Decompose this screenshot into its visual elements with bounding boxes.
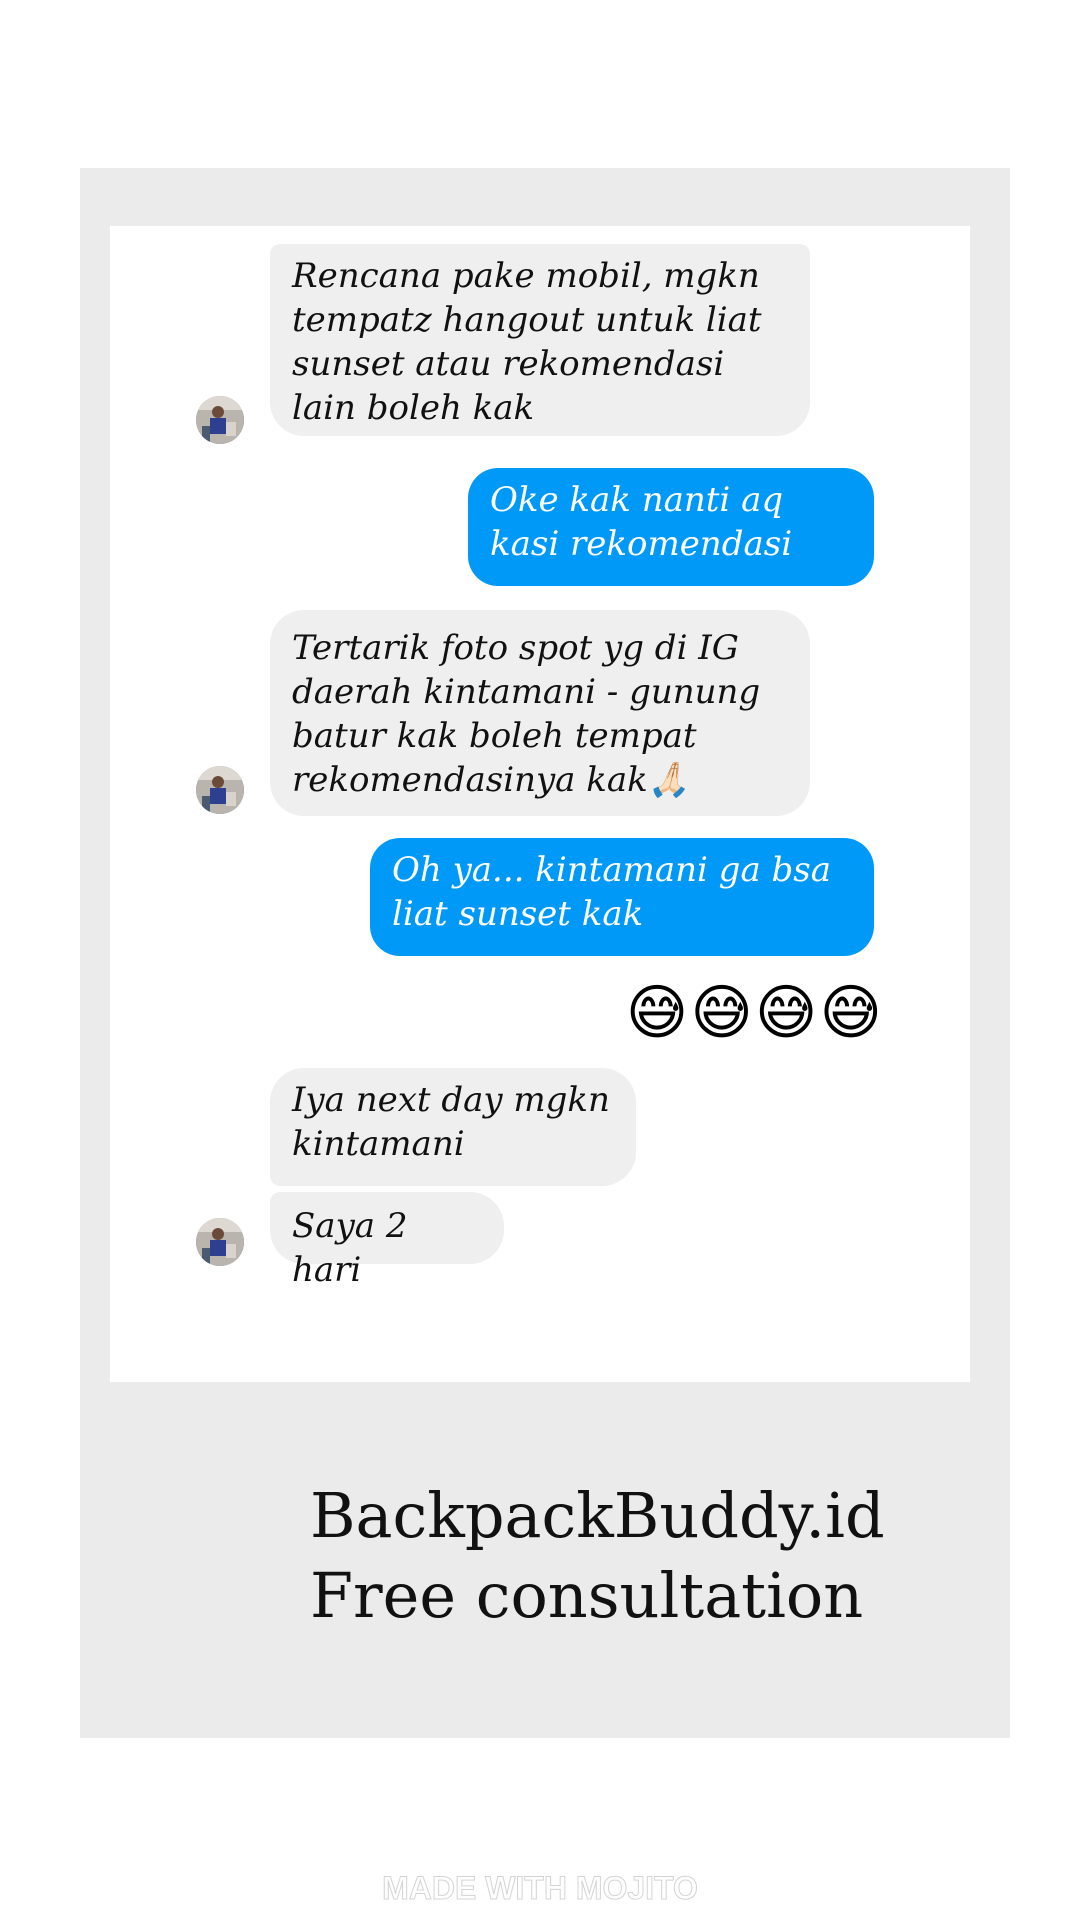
avatar-photo-icon bbox=[196, 766, 244, 814]
incoming-message: Tertarik foto spot yg di IG daerah kinta… bbox=[270, 610, 810, 816]
customer-avatar[interactable] bbox=[196, 766, 244, 814]
incoming-message: Iya next day mgkn kintamani bbox=[270, 1068, 636, 1186]
customer-avatar[interactable] bbox=[196, 1218, 244, 1266]
outgoing-message: Oh ya... kintamani ga bsa liat sunset ka… bbox=[370, 838, 874, 956]
avatar-photo-icon bbox=[196, 396, 244, 444]
outgoing-message: Oke kak nanti aq kasi rekomendasi bbox=[468, 468, 874, 586]
customer-avatar[interactable] bbox=[196, 396, 244, 444]
chat-screenshot: Rencana pake mobil, mgkn tempatz hangout… bbox=[110, 226, 970, 1382]
brand-name: BackpackBuddy.id bbox=[310, 1479, 885, 1552]
incoming-message: Saya 2 hari bbox=[270, 1192, 504, 1290]
avatar-photo-icon bbox=[196, 1218, 244, 1266]
emoji-reaction-row: 😅😅😅😅 bbox=[625, 978, 884, 1048]
brand-caption: BackpackBuddy.id Free consultation bbox=[310, 1476, 885, 1636]
incoming-message: Rencana pake mobil, mgkn tempatz hangout… bbox=[270, 244, 810, 436]
app-watermark: MADE WITH MOJITO bbox=[382, 1870, 699, 1907]
brand-tagline: Free consultation bbox=[310, 1559, 864, 1632]
